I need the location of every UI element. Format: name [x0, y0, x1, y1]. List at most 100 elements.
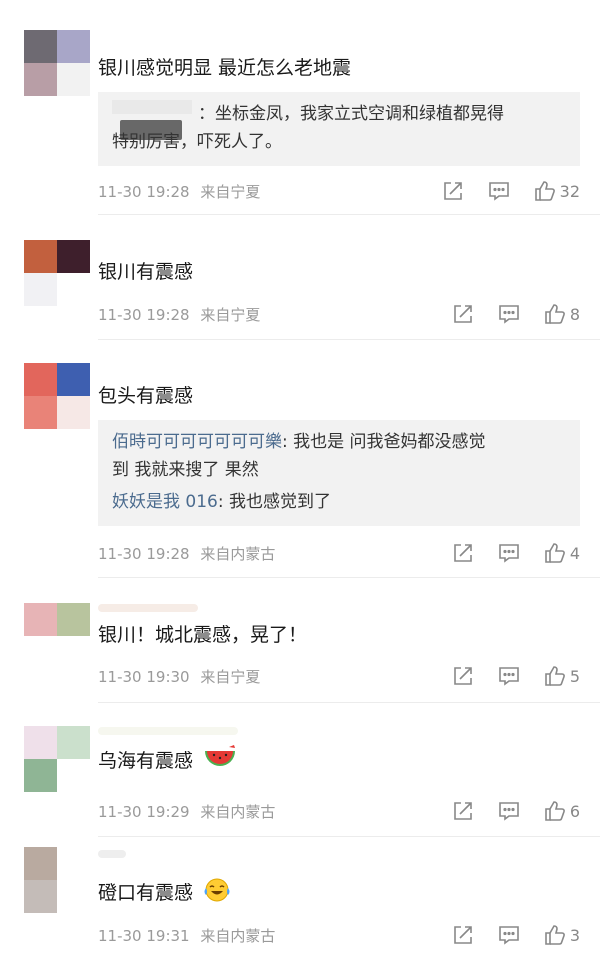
forward-button[interactable]: [442, 180, 464, 202]
action-bar: 32: [418, 179, 580, 203]
forward-button[interactable]: [452, 924, 474, 946]
comment-button[interactable]: [498, 303, 520, 325]
comment-text: 银川！城北震感，晃了！: [98, 624, 308, 646]
redacted-name: [98, 604, 198, 612]
comment-time: 11-30 19:31: [98, 927, 190, 945]
forward-button[interactable]: [452, 542, 474, 564]
comment-source: 来自宁夏: [200, 668, 261, 686]
comment-button[interactable]: [498, 924, 520, 946]
like-count: 6: [569, 801, 580, 821]
comment-button[interactable]: [488, 180, 510, 202]
forward-button[interactable]: [452, 800, 474, 822]
action-bar: 6: [428, 799, 580, 823]
reply-line: 妖妖是我 016: 我也感觉到了: [112, 488, 566, 516]
avatar[interactable]: [24, 30, 90, 96]
comment-text: 银川有震感: [98, 261, 194, 283]
comment-meta: 11-30 19:30 来自宁夏: [98, 666, 260, 687]
comment-meta: 11-30 19:31 来自内蒙古: [98, 925, 275, 946]
like-button[interactable]: 4: [544, 542, 580, 564]
action-bar: 5: [428, 664, 580, 688]
comment-time: 11-30 19:30: [98, 668, 190, 686]
reply-author[interactable]: 佰時可可可可可可可樂: [112, 432, 282, 452]
comment-button[interactable]: [498, 542, 520, 564]
like-button[interactable]: 6: [544, 800, 580, 822]
forward-icon: [454, 667, 472, 685]
comment-icon: [499, 544, 519, 563]
comment-text: 包头有震感: [98, 385, 194, 407]
reply-author[interactable]: 妖妖是我 016: [112, 492, 218, 512]
avatar[interactable]: [24, 603, 90, 636]
like-count: 3: [569, 925, 580, 945]
avatar[interactable]: [24, 847, 90, 913]
avatar[interactable]: [24, 363, 90, 429]
like-button[interactable]: 32: [534, 180, 580, 202]
like-button[interactable]: 5: [544, 665, 580, 687]
divider: [98, 214, 600, 215]
comment-icon: [499, 926, 519, 945]
forward-icon: [454, 305, 472, 323]
comment-time: 11-30 19:28: [98, 306, 190, 324]
like-icon: [534, 181, 555, 201]
comment-text: 磴口有震感: [98, 877, 231, 910]
divider: [98, 339, 600, 340]
comment-time: 11-30 19:29: [98, 803, 190, 821]
like-icon: [545, 304, 565, 324]
forward-icon: [454, 802, 472, 820]
like-button[interactable]: 8: [544, 303, 580, 325]
reply-text-line: 特别厉害，吓死人了。: [112, 132, 282, 152]
comment-source: 来自宁夏: [200, 183, 261, 201]
avatar[interactable]: [24, 726, 90, 792]
like-icon: [545, 666, 565, 686]
comment-meta: 11-30 19:28 来自内蒙古: [98, 543, 275, 564]
comment-icon: [499, 667, 519, 686]
comment-time: 11-30 19:28: [98, 183, 190, 201]
comment-time: 11-30 19:28: [98, 545, 190, 563]
action-bar: 4: [428, 541, 580, 565]
action-bar: 3: [428, 923, 580, 947]
redacted-name: [98, 727, 238, 735]
comment-meta: 11-30 19:28 来自宁夏: [98, 181, 260, 202]
watermelon-emoji-icon: [203, 745, 237, 778]
comment-source: 来自内蒙古: [200, 545, 276, 563]
comment-icon: [488, 182, 509, 201]
forward-icon: [454, 926, 472, 944]
comment-meta: 11-30 19:29 来自内蒙古: [98, 801, 275, 822]
like-count: 32: [559, 181, 580, 201]
like-icon: [545, 925, 565, 945]
comment-source: 来自宁夏: [200, 306, 261, 324]
reply-box[interactable]: ：坐标金凤，我家立式空调和绿植都晃得 特别厉害，吓死人了。: [98, 92, 580, 166]
forward-icon: [443, 182, 462, 200]
like-icon: [545, 801, 565, 821]
comment-text: 银川感觉明显 最近怎么老地震: [98, 57, 352, 79]
reply-box[interactable]: 佰時可可可可可可可樂: 我也是 问我爸妈都没感觉 到 我就来搜了 果然 妖妖是我…: [98, 420, 580, 526]
comment-text: 乌海有震感: [98, 745, 237, 778]
avatar[interactable]: [24, 240, 90, 306]
comment-button[interactable]: [498, 800, 520, 822]
divider: [98, 836, 600, 837]
forward-icon: [454, 544, 472, 562]
reply-line: 佰時可可可可可可可樂: 我也是 问我爸妈都没感觉: [112, 428, 566, 456]
comment-text-content: 乌海有震感: [98, 750, 194, 772]
divider: [98, 577, 600, 578]
like-count: 5: [569, 666, 580, 686]
comment-source: 来自内蒙古: [200, 803, 276, 821]
laughing-crying-emoji-icon: [203, 877, 231, 910]
comment-button[interactable]: [498, 665, 520, 687]
comment-icon: [499, 305, 519, 324]
like-count: 8: [569, 304, 580, 324]
like-count: 4: [569, 543, 580, 563]
like-icon: [545, 543, 565, 563]
comment-source: 来自内蒙古: [200, 927, 276, 945]
comment-text-content: 磴口有震感: [98, 882, 194, 904]
comment-meta: 11-30 19:28 来自宁夏: [98, 304, 260, 325]
reply-text: : 我也感觉到了: [217, 492, 331, 512]
reply-text-line: ：坐标金凤，我家立式空调和绿植都晃得: [198, 104, 504, 124]
forward-button[interactable]: [452, 665, 474, 687]
forward-button[interactable]: [452, 303, 474, 325]
like-button[interactable]: 3: [544, 924, 580, 946]
reply-text: : 我也是 问我爸妈都没感觉: [282, 432, 486, 452]
reply-text-line: 到 我就来搜了 果然: [112, 460, 259, 480]
redacted-name: [98, 850, 126, 858]
comment-icon: [499, 802, 519, 821]
divider: [98, 702, 600, 703]
